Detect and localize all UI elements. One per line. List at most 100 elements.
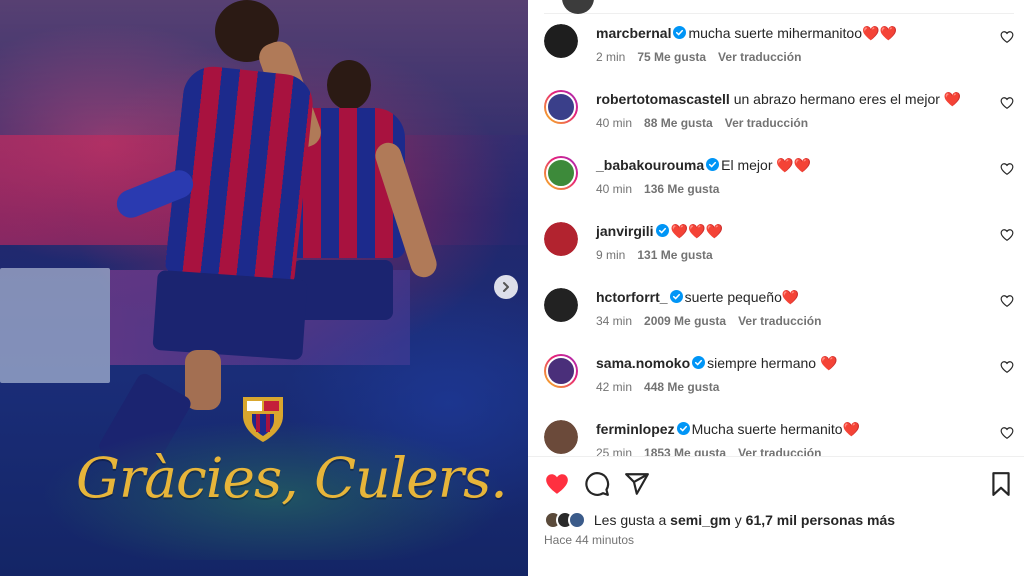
see-translation-link[interactable]: Ver traducción [718,50,801,64]
comment-likes[interactable]: 88 Me gusta [644,116,713,130]
chevron-right-icon [503,282,509,292]
verified-badge-icon [706,158,720,171]
comment-line: marcbernal mucha suerte mihermanitoo❤️❤️ [596,24,986,42]
comment-text: Mucha suerte hermanito❤️ [691,421,860,437]
comment-text: El mejor ❤️❤️ [721,157,812,173]
comment-body: hctorforrt_ suerte pequeño❤️ 34 min 2009 Me… [596,288,986,328]
comment-text: siempre hermano ❤️ [707,355,838,371]
comment-line: janvirgili ❤️❤️❤️ [596,222,986,240]
comment-meta: 2 min 75 Me gusta Ver traducción [596,50,986,64]
liked-by-user[interactable]: semi_gm [670,512,731,528]
comment-username[interactable]: hctorforrt_ [596,289,668,305]
avatar[interactable] [544,222,578,256]
avatar-image [546,356,576,386]
comment-username[interactable]: sama.nomoko [596,355,690,371]
previous-comment-edge [544,0,1014,14]
avatar [562,0,594,14]
comment-likes[interactable]: 2009 Me gusta [644,314,726,328]
likes-text: Les gusta a semi_gm y 61,7 mil personas … [593,512,896,529]
comment-body: ferminlopez Mucha suerte hermanito❤️ 25 mi… [596,420,986,460]
comment-body: janvirgili ❤️❤️❤️ 9 min 131 Me gusta [596,222,986,262]
avatar [568,511,586,530]
comment-meta: 40 min 88 Me gusta Ver traducción [596,116,986,130]
comment-row: janvirgili ❤️❤️❤️ 9 min 131 Me gusta [528,222,1024,288]
fc-barcelona-crest-icon [243,397,283,442]
comment-body: robertotomascastell un abrazo hermano er… [596,90,986,130]
comment-username[interactable]: janvirgili [596,223,654,239]
comment-body: _babakourouma El mejor ❤️❤️ 40 min 136 Me g… [596,156,986,196]
avatar-image [544,420,578,454]
heart-filled-icon[interactable] [544,471,570,497]
avatar-image [544,288,578,322]
comment-body: marcbernal mucha suerte mihermanitoo❤️❤️ 2… [596,24,986,64]
comment-likes[interactable]: 136 Me gusta [644,182,719,196]
post-timestamp: Hace 44 minutos [544,533,635,547]
comment-text: un abrazo hermano eres el mejor ❤️ [733,91,962,107]
see-translation-link[interactable]: Ver traducción [725,116,808,130]
comment-row: _babakourouma El mejor ❤️❤️ 40 min 136 Me g… [528,156,1024,222]
comment-like-heart-icon[interactable] [1000,162,1014,176]
comment-text: suerte pequeño❤️ [684,289,800,305]
avatar[interactable] [544,420,578,454]
comment-likes[interactable]: 131 Me gusta [637,248,712,262]
verified-badge-icon [692,356,706,369]
comment-icon[interactable] [584,471,610,497]
comment-like-heart-icon[interactable] [1000,426,1014,440]
see-translation-link[interactable]: Ver traducción [738,314,821,328]
avatar[interactable] [544,288,578,322]
post-slogan: Gràcies, Culers. [76,446,508,510]
comment-time: 42 min [596,380,633,394]
comment-likes[interactable]: 448 Me gusta [644,380,719,394]
comment-like-heart-icon[interactable] [1000,294,1014,308]
avatar-image [544,24,578,58]
comment-time: 9 min [596,248,626,262]
comment-row: sama.nomoko siempre hermano ❤️ 42 min 448 M… [528,354,1024,420]
comment-like-heart-icon[interactable] [1000,30,1014,44]
comment-line: robertotomascastell un abrazo hermano er… [596,90,986,108]
likes-count[interactable]: 61,7 mil personas más [746,512,895,528]
comment-line: sama.nomoko siempre hermano ❤️ [596,354,986,372]
likes-summary[interactable]: Les gusta a semi_gm y 61,7 mil personas … [544,511,895,533]
post-actions: Les gusta a semi_gm y 61,7 mil personas … [528,456,1024,576]
avatar[interactable] [544,156,578,190]
avatar[interactable] [544,90,578,124]
verified-badge-icon [655,224,669,237]
comment-meta: 42 min 448 Me gusta [596,380,986,394]
avatar[interactable] [544,354,578,388]
comment-line: hctorforrt_ suerte pequeño❤️ [596,288,986,306]
comment-text: mucha suerte mihermanitoo❤️❤️ [688,25,897,41]
bookmark-icon[interactable] [988,471,1014,497]
comment-meta: 9 min 131 Me gusta [596,248,986,262]
comments-panel: marcbernal mucha suerte mihermanitoo❤️❤️ 2… [528,0,1024,576]
post-image: Gràcies, Culers. [0,0,528,576]
avatar-image [544,222,578,256]
comment-likes[interactable]: 75 Me gusta [637,50,706,64]
comment-username[interactable]: _babakourouma [596,157,704,173]
comment-time: 40 min [596,116,633,130]
comment-like-heart-icon[interactable] [1000,228,1014,242]
comment-meta: 34 min 2009 Me gusta Ver traducción [596,314,986,328]
ad-board [0,268,110,383]
comment-row: robertotomascastell un abrazo hermano er… [528,90,1024,156]
avatar-image [546,158,576,188]
comment-time: 34 min [596,314,633,328]
comment-like-heart-icon[interactable] [1000,96,1014,110]
comment-like-heart-icon[interactable] [1000,360,1014,374]
comment-time: 2 min [596,50,626,64]
comment-row: marcbernal mucha suerte mihermanitoo❤️❤️ 2… [528,24,1024,90]
next-image-button[interactable] [494,275,518,299]
comment-username[interactable]: robertotomascastell [596,91,730,107]
comment-username[interactable]: ferminlopez [596,421,675,437]
verified-badge-icon [669,290,683,303]
comment-text: ❤️❤️❤️ [670,223,723,239]
avatar-image [546,92,576,122]
comment-line: ferminlopez Mucha suerte hermanito❤️ [596,420,986,438]
comment-meta: 40 min 136 Me gusta [596,182,986,196]
comment-row: hctorforrt_ suerte pequeño❤️ 34 min 2009 Me… [528,288,1024,354]
comment-body: sama.nomoko siempre hermano ❤️ 42 min 448 M… [596,354,986,394]
avatar[interactable] [544,24,578,58]
comment-time: 40 min [596,182,633,196]
comment-username[interactable]: marcbernal [596,25,671,41]
share-icon[interactable] [624,471,650,497]
verified-badge-icon [673,26,687,39]
